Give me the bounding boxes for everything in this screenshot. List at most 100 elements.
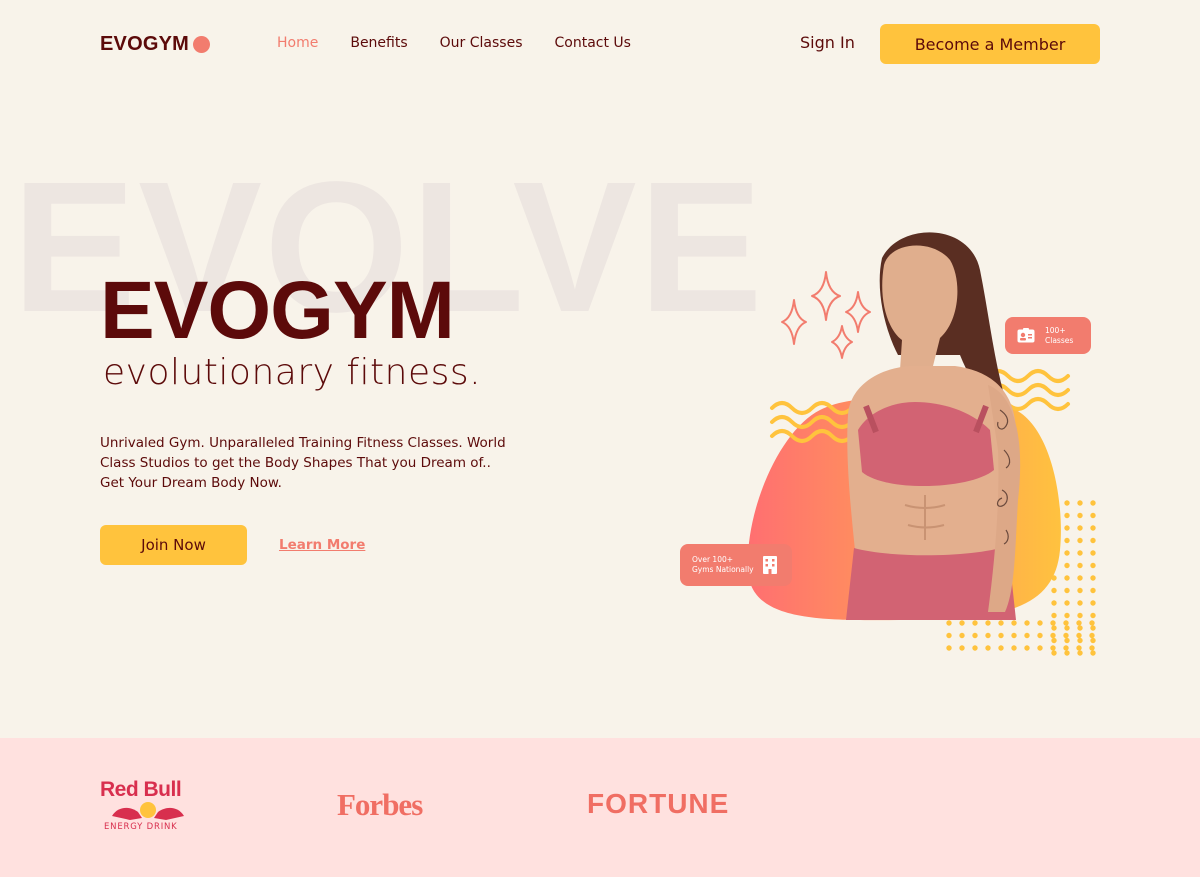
dot-decoration [1011,632,1017,639]
learn-more-link[interactable]: Learn More [279,537,365,553]
dot-decoration [1076,632,1082,639]
dot-decoration [1050,645,1056,651]
become-member-button[interactable]: Become a Member [880,24,1100,64]
dot-decoration [1064,550,1070,556]
dot-decoration [1051,587,1057,594]
dot-decoration [1064,525,1070,531]
dot-decoration [1077,575,1083,581]
gyms-badge-line2: Gyms Nationally [692,565,754,574]
building-icon [762,556,777,574]
dot-decoration [1064,637,1070,644]
dot-decoration [1064,612,1070,619]
dot-decoration [1090,637,1096,644]
woman-photo [846,232,1021,620]
dot-decoration [1037,645,1043,651]
logo-dot-icon [193,35,210,53]
hero-graphic: 100+ Classes Over 100+ Gyms Nationally [670,180,1110,660]
dot-decoration [972,632,978,639]
gyms-badge: Over 100+ Gyms Nationally [680,544,792,586]
dot-decoration [1077,562,1083,569]
dot-decoration [1077,587,1083,594]
dot-decoration [1011,645,1017,651]
dot-decoration [1090,587,1096,594]
dot-decoration [959,632,965,639]
dot-decoration [1063,620,1069,626]
dot-decoration [1077,600,1083,606]
dot-decoration [985,620,991,626]
dot-decoration [946,632,952,639]
classes-badge: 100+ Classes [1005,317,1091,354]
hero-subtitle: evolutionary fitness. [103,352,482,393]
dot-decoration [1050,620,1056,626]
dot-decoration [1064,537,1070,544]
sponsors-band: Red Bull ENERGY DRINK Forbes FORTUNE [0,738,1200,877]
hero-title: EVOGYM [100,265,455,356]
dot-decoration [1077,625,1083,631]
nav-link-our-classes[interactable]: Our Classes [440,35,523,51]
dot-decoration [959,645,965,651]
sign-in-link[interactable]: Sign In [800,33,855,52]
dot-decoration [1064,625,1070,631]
dot-decoration [1063,645,1069,651]
join-now-button[interactable]: Join Now [100,525,247,565]
nav-link-benefits[interactable]: Benefits [350,35,407,51]
nav-link-home[interactable]: Home [277,35,318,51]
gyms-badge-text: Over 100+ Gyms Nationally [692,555,754,575]
dot-decoration [1050,632,1056,639]
dot-decoration [1051,612,1057,619]
classes-badge-line2: Classes [1045,335,1074,345]
dot-decoration [946,620,952,626]
logo-text: EVOGYM [100,32,189,55]
dot-decoration [1064,587,1070,594]
dot-decoration [1090,562,1096,569]
dot-decoration [1064,500,1070,506]
forbes-logo[interactable]: Forbes [337,787,423,823]
dot-decoration [1051,637,1057,644]
dot-decoration [1090,650,1096,656]
dot-decoration [1051,625,1057,631]
dot-decoration [1090,550,1096,556]
dot-decoration [1064,562,1070,569]
redbull-logo-subtext: ENERGY DRINK [104,822,178,832]
classes-badge-text: 100+ Classes [1045,326,1073,346]
dot-decoration [1077,650,1083,656]
dot-decoration [1076,620,1082,626]
dot-decoration [1064,600,1070,606]
gyms-badge-line1: Over 100+ [692,555,734,564]
fortune-logo[interactable]: FORTUNE [587,788,729,820]
dot-decoration [985,645,991,651]
dot-decoration [946,645,952,651]
dot-decoration [1063,632,1069,639]
dot-decoration [1090,525,1096,531]
dot-decoration [1090,512,1096,519]
dot-decoration [1024,632,1030,639]
dot-decoration [998,620,1004,626]
dot-decoration [1077,637,1083,644]
nav-link-contact-us[interactable]: Contact Us [555,35,631,51]
id-card-icon [1017,328,1035,343]
dot-decoration [1024,620,1030,626]
dot-decoration [1090,612,1096,619]
dot-decoration [1077,550,1083,556]
nav-links: Home Benefits Our Classes Contact Us [277,35,631,51]
dot-decoration [1089,645,1095,651]
dot-decoration [1077,612,1083,619]
logo[interactable]: EVOGYM [100,32,210,56]
dot-decoration [1089,620,1095,626]
dot-decoration [1090,600,1096,606]
sparkle-decoration [781,271,871,359]
classes-badge-line1: 100+ [1045,325,1066,335]
dot-decoration [1077,512,1083,519]
dot-decoration [1090,537,1096,544]
dot-decoration [1064,650,1070,656]
redbull-bulls-icon [112,802,184,820]
redbull-logo[interactable]: Red Bull ENERGY DRINK [100,778,194,834]
dot-decoration [998,645,1004,651]
dot-decoration [1011,620,1017,626]
dot-decoration [985,632,991,639]
dot-decoration [1089,632,1095,639]
dot-decoration [1024,645,1030,651]
dot-decoration [1064,512,1070,519]
top-nav: EVOGYM Home Benefits Our Classes Contact… [0,0,1200,88]
dot-decoration [1077,500,1083,506]
